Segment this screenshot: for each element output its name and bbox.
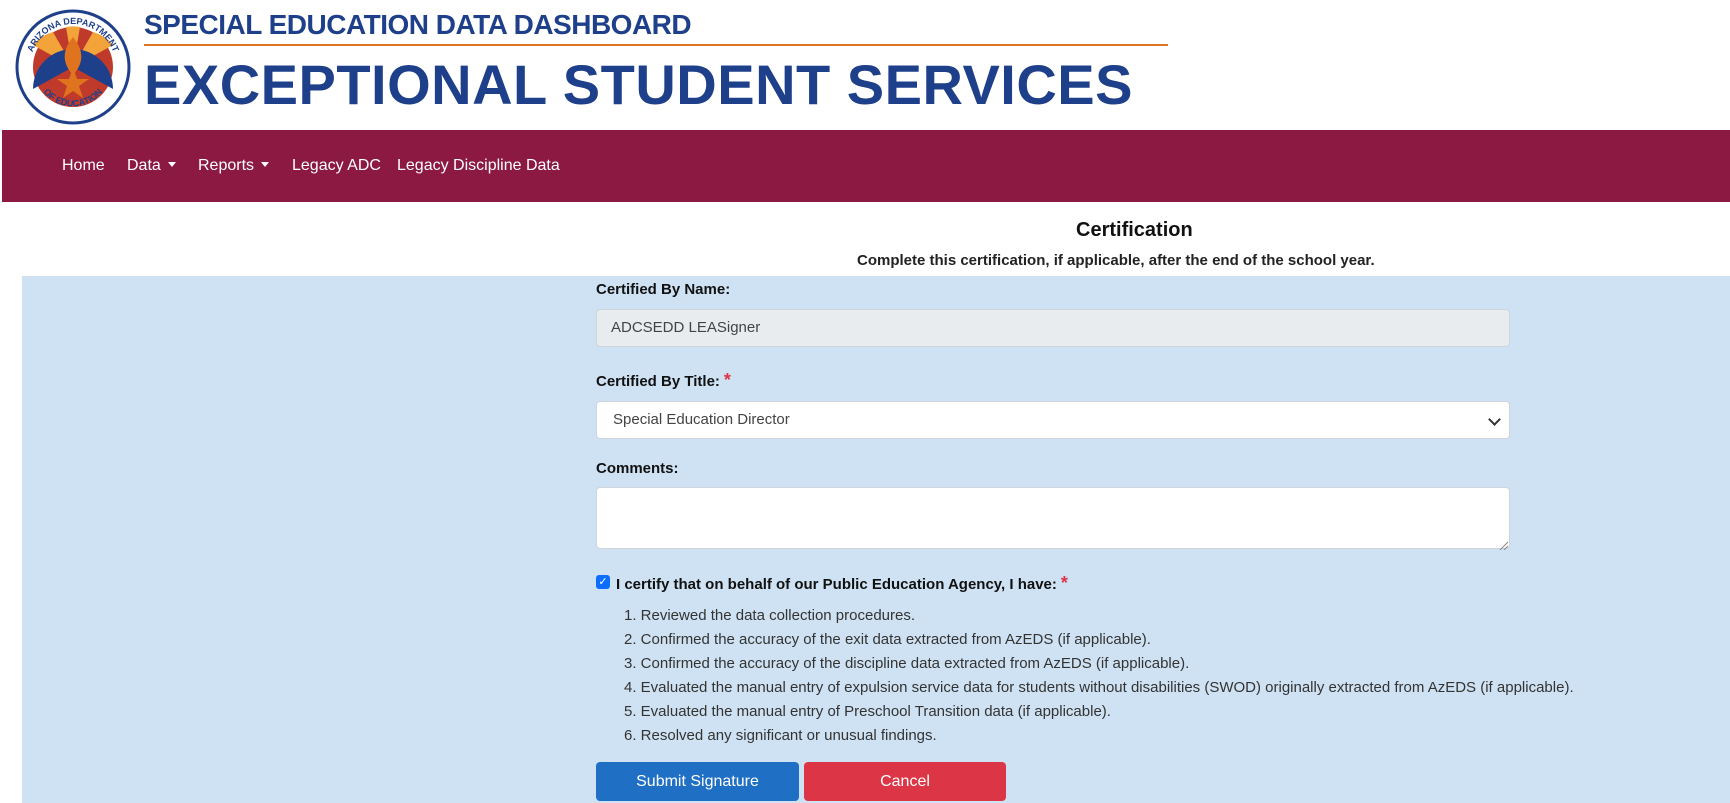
list-item: 1. Reviewed the data collection procedur… [624,607,916,624]
certification-instructions: Complete this certification, if applicab… [857,252,1375,269]
nav-data-dropdown[interactable]: Data [127,157,176,175]
required-asterisk: * [1060,573,1068,593]
caret-down-icon [167,162,176,167]
cancel-button[interactable]: Cancel [804,762,1006,801]
main-navbar: Home Data Reports Legacy ADC Legacy Disc… [2,130,1730,202]
nav-home-link[interactable]: Home [62,157,105,175]
submit-signature-button[interactable]: Submit Signature [596,762,799,801]
ade-seal-logo: ARIZONA DEPARTMENT OF EDUCATION [15,9,131,125]
certified-by-title-select[interactable]: Special Education Director [596,401,1510,439]
list-item: 5. Evaluated the manual entry of Prescho… [624,703,1111,720]
certified-by-title-label: Certified By Title: * [596,370,731,391]
nav-reports-dropdown[interactable]: Reports [198,157,270,175]
certification-heading: Certification [1076,219,1193,241]
caret-down-icon [261,162,270,167]
page-header: ARIZONA DEPARTMENT OF EDUCATION SPECIAL … [0,0,1730,130]
page-title: EXCEPTIONAL STUDENT SERVICES [144,53,1133,116]
list-item: 2. Confirmed the accuracy of the exit da… [624,631,1151,648]
comments-textarea[interactable] [596,487,1510,549]
nav-data-label: Data [127,157,161,174]
nav-legacy-discipline-link[interactable]: Legacy Discipline Data [397,157,560,175]
nav-legacy-adc-link[interactable]: Legacy ADC [292,157,381,175]
title-selected-value: Special Education Director [613,411,790,428]
list-item: 4. Evaluated the manual entry of expulsi… [624,679,1574,696]
certified-by-name-label: Certified By Name: [596,281,731,298]
list-item: 3. Confirmed the accuracy of the discipl… [624,655,1190,672]
certify-label-text: I certify that on behalf of our Public E… [616,576,1057,593]
certify-checkbox[interactable]: ✓ [596,575,610,589]
required-asterisk: * [723,370,731,390]
resize-grip-icon[interactable] [1498,537,1509,551]
comments-label: Comments: [596,460,679,477]
list-item: 6. Resolved any significant or unusual f… [624,727,937,744]
certified-by-title-text: Certified By Title: [596,373,720,390]
certify-label: I certify that on behalf of our Public E… [616,573,1068,594]
nav-reports-label: Reports [198,157,255,174]
dashboard-subtitle: SPECIAL EDUCATION DATA DASHBOARD [144,9,692,40]
certification-steps-list: 1. Reviewed the data collection procedur… [624,604,1574,748]
header-divider [144,44,1168,46]
chevron-down-icon [1488,413,1501,426]
certified-by-name-field: ADCSEDD LEASigner [596,309,1510,347]
